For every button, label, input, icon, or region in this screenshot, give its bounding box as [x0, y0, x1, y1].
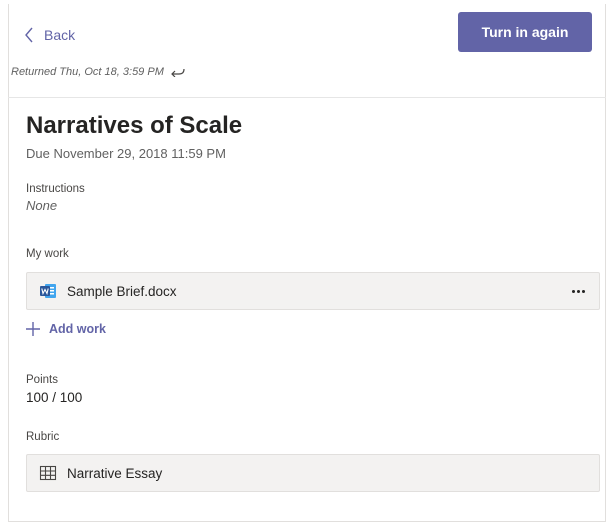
return-arrow-icon	[171, 68, 185, 77]
plus-icon	[26, 322, 40, 336]
my-work-label: My work	[26, 248, 69, 260]
work-file-card[interactable]: Sample Brief.docx	[26, 272, 600, 310]
rubric-card[interactable]: Narrative Essay	[26, 454, 600, 492]
points-value: 100 / 100	[26, 390, 83, 405]
instructions-label: Instructions	[26, 183, 85, 195]
points-label: Points	[26, 374, 58, 386]
assignment-details: Narratives of Scale Due November 29, 201…	[26, 110, 600, 492]
instructions-value: None	[26, 198, 58, 213]
page-title: Narratives of Scale	[26, 112, 243, 139]
word-document-icon	[40, 284, 56, 298]
back-button[interactable]: Back	[24, 24, 75, 46]
returned-text: Returned Thu, Oct 18, 3:59 PM	[11, 66, 164, 78]
add-work-button[interactable]: Add work	[26, 322, 600, 336]
chevron-left-icon	[25, 27, 33, 43]
file-name: Sample Brief.docx	[67, 283, 177, 299]
rubric-label: Rubric	[26, 431, 60, 443]
rubric-name: Narrative Essay	[67, 465, 163, 481]
more-options-icon[interactable]	[567, 282, 589, 300]
returned-status: Returned Thu, Oct 18, 3:59 PM	[11, 66, 186, 78]
due-date: Due November 29, 2018 11:59 PM	[26, 146, 226, 161]
add-work-label: Add work	[49, 322, 106, 336]
back-label: Back	[44, 27, 76, 43]
grid-table-icon	[39, 465, 57, 481]
turn-in-again-button[interactable]: Turn in again	[458, 12, 592, 52]
